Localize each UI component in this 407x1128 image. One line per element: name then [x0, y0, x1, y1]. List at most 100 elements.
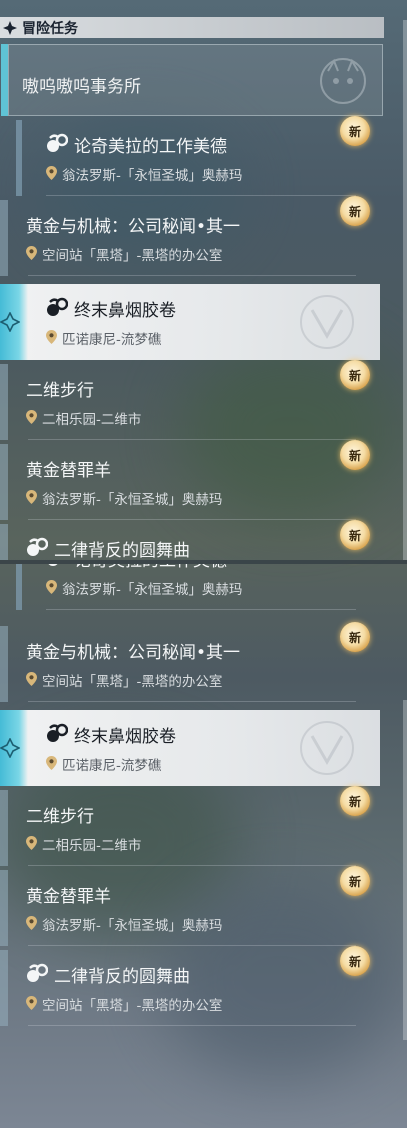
selected-accent: [0, 284, 28, 360]
quest-name: 黄金与机械：公司秘闻•其一: [26, 217, 241, 237]
item-location-row: 空间站「黑塔」-黑塔的办公室: [26, 994, 222, 1014]
location-pin-icon: [26, 409, 37, 428]
location-pin-icon: [26, 835, 37, 854]
new-badge: 新: [340, 440, 370, 470]
quest-location: 翁法罗斯-「永恒圣城」奥赫玛: [42, 918, 223, 934]
new-badge: 新: [340, 866, 370, 896]
quest-name: 论奇美拉的工作美德: [74, 137, 227, 157]
quest-item-selected[interactable]: 终末鼻烟胶卷匹诺康尼-流梦礁: [0, 710, 380, 786]
item-location-row: 翁法罗斯-「永恒圣城」奥赫玛: [26, 914, 222, 934]
item-accent-bar: [0, 626, 8, 702]
item-accent-bar: [0, 444, 8, 520]
quest-item[interactable]: 黄金与机械：公司秘闻•其一 空间站「黑塔」-黑塔的办公室 新: [0, 196, 384, 276]
quest-item-selected[interactable]: 终末鼻烟胶卷匹诺康尼-流梦礁: [0, 284, 380, 360]
quest-name: 终末鼻烟胶卷: [74, 727, 176, 747]
item-accent-bar: [0, 200, 8, 276]
group-label: 嗷呜嗷呜事务所: [22, 77, 141, 97]
item-location-row: 匹诺康尼-流梦礁: [46, 754, 161, 774]
item-accent-bar: [0, 524, 8, 560]
quest-item[interactable]: 黄金与机械：公司秘闻•其一空间站「黑塔」-黑塔的办公室 新: [0, 622, 384, 702]
item-divider: [46, 195, 356, 196]
quest-item[interactable]: 二律背反的圆舞曲 新: [0, 520, 384, 560]
quest-name: 黄金替罪羊: [26, 461, 111, 481]
location-pin-icon: [26, 671, 37, 690]
quest-location: 空间站「黑塔」-黑塔的办公室: [42, 674, 223, 690]
new-badge: 新: [340, 116, 370, 146]
new-badge: 新: [340, 786, 370, 816]
item-divider: [28, 1025, 356, 1026]
quest-location: 翁法罗斯-「永恒圣城」奥赫玛: [42, 492, 223, 508]
quest-location: 空间站「黑塔」-黑塔的办公室: [42, 998, 223, 1014]
quest-item[interactable]: 论奇美拉的工作美德翁法罗斯-「永恒圣城」奥赫玛 新: [0, 116, 384, 196]
quest-name: 二律背反的圆舞曲: [54, 541, 190, 560]
quest-location: 空间站「黑塔」-黑塔的办公室: [42, 248, 223, 264]
faction-emblem-icon: [282, 292, 372, 356]
item-title-row: 论奇美拉的工作美德: [46, 564, 227, 571]
item-title-row: 黄金替罪羊: [26, 882, 111, 907]
quest-type-icon: [46, 297, 69, 321]
item-location-row: 空间站「黑塔」-黑塔的办公室: [26, 670, 222, 690]
quest-item[interactable]: 二律背反的圆舞曲空间站「黑塔」-黑塔的办公室 新: [0, 946, 384, 1026]
section-title: 冒险任务: [22, 20, 78, 37]
item-divider: [28, 519, 356, 520]
quest-name: 二律背反的圆舞曲: [54, 967, 190, 987]
quest-location: 匹诺康尼-流梦礁: [62, 332, 162, 348]
quest-location: 二相乐园-二维市: [42, 838, 142, 854]
quest-item[interactable]: 论奇美拉的工作美德翁法罗斯-「永恒圣城」奥赫玛新: [0, 564, 384, 610]
new-badge: 新: [340, 946, 370, 976]
quest-location: 翁法罗斯-「永恒圣城」奥赫玛: [62, 168, 243, 184]
group-accent-bar: [1, 44, 8, 116]
quest-name: 终末鼻烟胶卷: [74, 301, 176, 321]
quest-location: 翁法罗斯-「永恒圣城」奥赫玛: [62, 582, 243, 598]
quest-item[interactable]: 黄金替罪羊翁法罗斯-「永恒圣城」奥赫玛 新: [0, 440, 384, 520]
item-title-row: 黄金替罪羊: [26, 456, 111, 481]
item-accent-bar: [16, 120, 22, 196]
tiger-emblem-icon: [308, 51, 378, 111]
item-divider: [28, 439, 356, 440]
new-badge: 新: [340, 360, 370, 390]
item-title-row: 二律背反的圆舞曲: [26, 536, 190, 560]
quest-item[interactable]: 二维步行二相乐园-二维市 新: [0, 360, 384, 440]
quest-name: 论奇美拉的工作美德: [74, 564, 227, 571]
item-location-row: 空间站「黑塔」-黑塔的办公室: [26, 244, 222, 264]
item-accent-bar: [0, 870, 8, 946]
location-pin-icon: [26, 915, 37, 934]
item-location-row: 翁法罗斯-「永恒圣城」奥赫玛: [46, 164, 242, 184]
item-title-row: 论奇美拉的工作美德: [46, 132, 227, 157]
quest-location: 匹诺康尼-流梦礁: [62, 758, 162, 774]
item-accent-bar: [0, 364, 8, 440]
diamond-icon: [0, 737, 21, 762]
item-location-row: 二相乐园-二维市: [26, 408, 141, 428]
item-divider: [28, 701, 356, 702]
item-title-row: 黄金与机械：公司秘闻•其一: [26, 638, 240, 663]
item-location-row: 翁法罗斯-「永恒圣城」奥赫玛: [26, 488, 222, 508]
quest-type-icon: [46, 564, 68, 571]
diamond-star-icon: [2, 20, 18, 36]
faction-emblem-icon: [282, 718, 372, 782]
quest-group-card[interactable]: 嗷呜嗷呜事务所: [1, 44, 383, 116]
quest-item[interactable]: 二维步行二相乐园-二维市 新: [0, 786, 384, 866]
item-title-row: 二维步行: [26, 376, 94, 401]
quest-name: 二维步行: [26, 381, 94, 401]
quest-type-icon: [46, 723, 69, 747]
quest-name: 黄金替罪羊: [26, 887, 111, 907]
new-badge: 新: [340, 622, 370, 652]
quest-list-panel-bottom: 论奇美拉的工作美德翁法罗斯-「永恒圣城」奥赫玛新黄金与机械：公司秘闻•其一空间站…: [0, 564, 407, 1128]
section-header: 冒险任务: [0, 17, 384, 38]
quest-type-icon: [46, 133, 69, 157]
quest-name: 二维步行: [26, 807, 94, 827]
item-accent-bar: [0, 790, 8, 866]
quest-item[interactable]: 黄金替罪羊翁法罗斯-「永恒圣城」奥赫玛 新: [0, 866, 384, 946]
location-pin-icon: [26, 489, 37, 508]
location-pin-icon: [46, 755, 57, 774]
item-title-row: 终末鼻烟胶卷: [46, 296, 176, 321]
scrollbar[interactable]: [403, 20, 407, 560]
item-title-row: 二律背反的圆舞曲: [26, 962, 190, 987]
scrollbar[interactable]: [403, 700, 407, 1040]
location-pin-icon: [46, 329, 57, 348]
item-location-row: 翁法罗斯-「永恒圣城」奥赫玛: [46, 578, 242, 598]
item-title-row: 二维步行: [26, 802, 94, 827]
location-pin-icon: [46, 579, 57, 598]
selected-accent: [0, 710, 28, 786]
quest-type-icon: [26, 963, 49, 987]
